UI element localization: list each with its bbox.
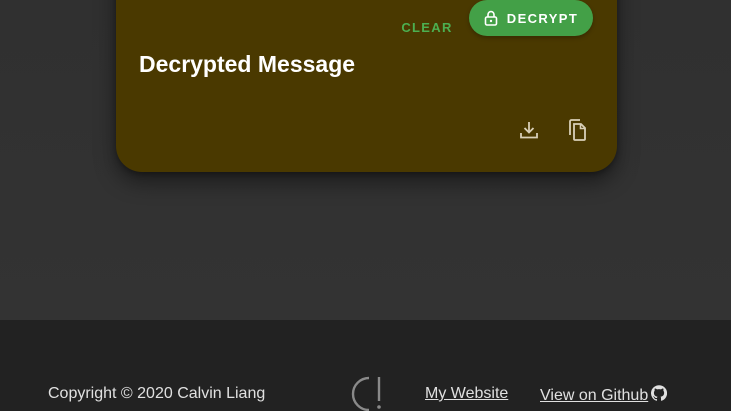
footer: Copyright © 2020 Calvin Liang My Website… [0,320,731,411]
logo-icon [348,374,384,411]
download-icon [518,119,540,146]
page: CLEAR DECRYPT Decrypted Message Copyrigh… [0,0,731,411]
my-website-link[interactable]: My Website [425,385,508,403]
copyright-text: Copyright © 2020 Calvin Liang [48,385,266,402]
decrypt-button[interactable]: DECRYPT [469,0,593,36]
github-link-label: View on Github [540,386,649,404]
decrypt-label: DECRYPT [506,10,579,26]
github-icon [651,385,668,406]
copy-icon [566,118,588,147]
card-title: Decrypted Message [139,51,356,77]
copy-button[interactable] [563,118,591,146]
github-link[interactable]: View on Github [540,385,668,406]
download-button[interactable] [515,118,543,146]
clear-button[interactable]: CLEAR [388,11,466,45]
lock-icon [484,10,498,26]
